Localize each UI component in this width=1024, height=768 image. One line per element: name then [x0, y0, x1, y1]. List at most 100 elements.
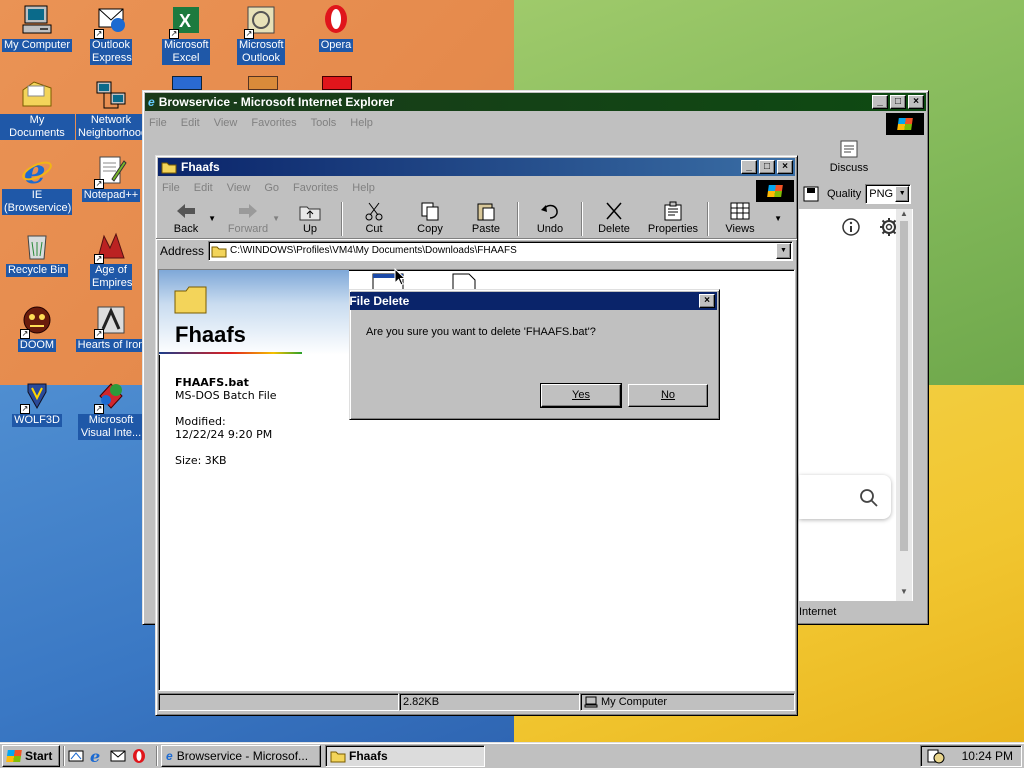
partial-icon: [248, 76, 278, 90]
close-button[interactable]: ×: [699, 294, 715, 308]
file-icon[interactable]: [451, 272, 477, 290]
dialog-titlebar[interactable]: Confirm File Delete ×: [350, 292, 717, 310]
copy-button[interactable]: Copy: [402, 200, 458, 238]
desktop-icon-doom[interactable]: ↗ DOOM: [0, 303, 75, 352]
menu-edit[interactable]: Edit: [181, 117, 200, 129]
chevron-down-icon[interactable]: ▼: [895, 186, 910, 202]
yes-button[interactable]: Yes: [540, 383, 622, 408]
desktop-icon-outlook[interactable]: ↗ Microsoft Outlook: [223, 3, 299, 65]
menu-favorites[interactable]: Favorites: [293, 182, 338, 194]
scroll-up-icon[interactable]: ▲: [900, 209, 908, 218]
forward-arrow-icon: [236, 201, 260, 221]
desktop-icon-age-of-empires[interactable]: ↗ Age of Empires: [73, 228, 149, 290]
desktop-icon-wolf3d[interactable]: ↗ WOLF3D: [0, 378, 75, 427]
folder-icon: [161, 162, 177, 174]
task-button-fhaafs[interactable]: Fhaafs: [325, 744, 485, 767]
modified-label: Modified:: [175, 415, 226, 428]
start-label: Start: [25, 748, 53, 763]
desktop-icon-label: Microsoft Outlook: [237, 39, 285, 65]
search-box[interactable]: [799, 475, 891, 519]
menu-tools[interactable]: Tools: [311, 117, 337, 129]
info-icon[interactable]: [841, 217, 861, 237]
discuss-label: Discuss: [829, 162, 869, 174]
desktop-icon-notepadpp[interactable]: ↗ Notepad++: [73, 153, 149, 202]
desktop-icon-my-documents[interactable]: My Documents: [0, 78, 75, 140]
cut-button[interactable]: Cut: [346, 200, 402, 238]
search-icon[interactable]: [859, 488, 879, 508]
address-input[interactable]: C:\WINDOWS\Profiles\VM4\My Documents\Dow…: [208, 240, 793, 261]
menu-help[interactable]: Help: [352, 182, 375, 194]
menu-file[interactable]: File: [149, 117, 167, 129]
properties-button[interactable]: Properties: [642, 200, 704, 238]
dropdown-arrow-icon[interactable]: ▼: [774, 214, 782, 223]
show-desktop-icon[interactable]: [68, 748, 84, 764]
scroll-down-icon[interactable]: ▼: [900, 587, 908, 596]
explorer-window[interactable]: Fhaafs _ □ × File Edit View Go Favorites…: [155, 155, 798, 716]
start-button[interactable]: Start: [2, 744, 60, 767]
undo-icon: [538, 201, 562, 221]
desktop-icon-network[interactable]: Network Neighborhood: [73, 78, 149, 140]
menu-go[interactable]: Go: [264, 182, 279, 194]
explorer-toolbar: Back ▼ Forward ▼ Up Cut Copy Paste Undo: [156, 198, 797, 238]
undo-button[interactable]: Undo: [522, 200, 578, 238]
mouse-cursor-icon: [394, 268, 407, 286]
ie-titlebar[interactable]: e Browservice - Microsoft Internet Explo…: [145, 93, 926, 111]
back-button[interactable]: Back ▼: [158, 200, 216, 238]
desktop-icon-my-computer[interactable]: My Computer: [0, 3, 75, 52]
desktop-icon-opera[interactable]: Opera: [298, 3, 374, 52]
desktop-icon-outlook-express[interactable]: ↗ Outlook Express: [73, 3, 149, 65]
up-button[interactable]: Up: [282, 200, 338, 238]
toolbar-separator: [341, 202, 343, 236]
desktop-icon-excel[interactable]: X ↗ Microsoft Excel: [148, 3, 224, 65]
minimize-button[interactable]: _: [872, 95, 888, 109]
outlook-express-icon[interactable]: [110, 748, 126, 764]
menu-favorites[interactable]: Favorites: [251, 117, 296, 129]
desktop-icon-label: My Computer: [1, 39, 73, 52]
close-button[interactable]: ×: [777, 160, 793, 174]
ie-vertical-scrollbar[interactable]: ▲ ▼: [896, 209, 912, 601]
opera-icon[interactable]: [131, 748, 147, 764]
menu-help[interactable]: Help: [350, 117, 373, 129]
computer-icon: [584, 696, 598, 708]
forward-button[interactable]: Forward ▼: [214, 200, 282, 238]
menu-view[interactable]: View: [214, 117, 238, 129]
close-button[interactable]: ×: [908, 95, 924, 109]
scheduler-icon[interactable]: [927, 748, 945, 764]
quality-control: Quality PNG ▼: [803, 184, 912, 204]
discuss-button[interactable]: Discuss: [823, 139, 875, 174]
desktop-icon-visual-interdev[interactable]: ↗ Microsoft Visual Inte...: [73, 378, 149, 440]
desktop-icon-label: Network Neighborhood: [76, 114, 148, 140]
save-icon[interactable]: [803, 186, 819, 202]
minimize-button[interactable]: _: [741, 160, 757, 174]
confirm-delete-dialog[interactable]: Confirm File Delete × Are you sure you w…: [349, 289, 720, 420]
maximize-button[interactable]: □: [890, 95, 906, 109]
delete-button[interactable]: Delete: [586, 200, 642, 238]
quality-select[interactable]: PNG ▼: [865, 184, 912, 204]
dropdown-arrow-icon[interactable]: ▼: [272, 214, 280, 223]
desktop-icon-label: Recycle Bin: [5, 264, 69, 277]
paste-button[interactable]: Paste: [458, 200, 514, 238]
maximize-button[interactable]: □: [759, 160, 775, 174]
ie-page-content: ▲ ▼: [799, 209, 913, 601]
desktop-icon-hearts-of-iron[interactable]: ↗ Hearts of Iron: [73, 303, 149, 352]
desktop-icon-label: Hearts of Iron: [75, 339, 147, 352]
heading-rule: [159, 352, 302, 354]
scrollbar-thumb[interactable]: [900, 221, 908, 551]
desktop-icon-recycle-bin[interactable]: Recycle Bin: [0, 228, 75, 277]
internet-explorer-icon[interactable]: e: [89, 748, 105, 764]
up-label: Up: [302, 223, 318, 235]
menu-file[interactable]: File: [162, 182, 180, 194]
quality-value: PNG: [869, 188, 894, 200]
menu-edit[interactable]: Edit: [194, 182, 213, 194]
task-label: Browservice - Microsof...: [176, 748, 309, 763]
no-button[interactable]: No: [628, 384, 708, 407]
explorer-titlebar[interactable]: Fhaafs _ □ ×: [158, 158, 795, 176]
chevron-down-icon[interactable]: ▼: [776, 242, 791, 259]
clock[interactable]: 10:24 PM: [962, 749, 1013, 763]
views-button[interactable]: Views ▼: [712, 200, 782, 238]
explorer-menubar: File Edit View Go Favorites Help: [156, 178, 797, 198]
opera-icon: [319, 3, 353, 37]
menu-view[interactable]: View: [227, 182, 251, 194]
task-button-browservice[interactable]: e Browservice - Microsof...: [161, 744, 321, 767]
desktop-icon-ie[interactable]: e IE (Browservice): [0, 152, 75, 215]
